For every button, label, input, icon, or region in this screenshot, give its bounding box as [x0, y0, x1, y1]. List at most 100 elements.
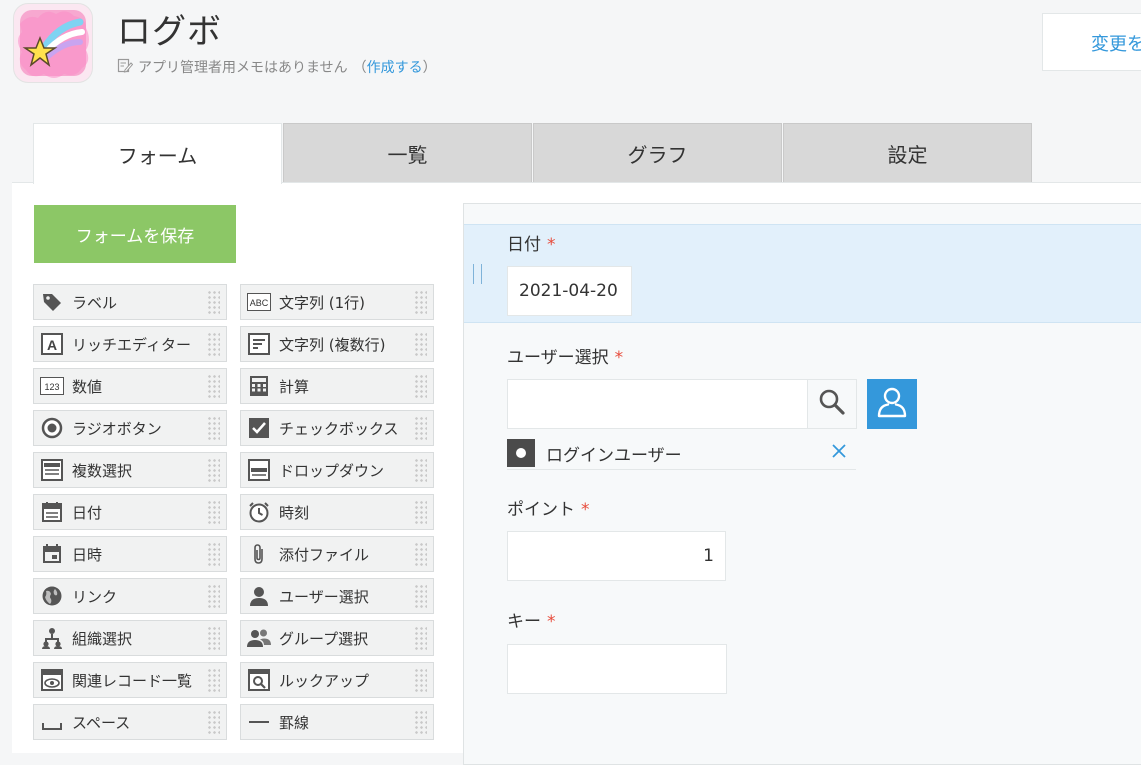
part-user-select-label: ユーザー選択: [279, 587, 369, 606]
drag-grip-icon: [414, 416, 427, 442]
part-number-label: 数値: [72, 377, 103, 396]
svg-text:123: 123: [44, 382, 59, 392]
memo-paren-close: ）: [422, 60, 437, 76]
part-dropdown[interactable]: ドロップダウン: [240, 452, 434, 488]
part-attachment-label: 添付ファイル: [279, 545, 370, 564]
required-mark: *: [547, 235, 556, 255]
part-border-line[interactable]: 罫線: [240, 704, 434, 740]
key-field-input[interactable]: [507, 644, 727, 694]
part-radio-label: ラジオボタン: [72, 419, 162, 438]
form-editor-panel: フォームを保存 ラベル ABC 文字列 (1行) A リッチエディター 文字列 …: [12, 182, 1141, 765]
memo-paren-open: （: [352, 60, 367, 76]
selected-user-chip: ログインユーザー: [507, 437, 856, 470]
part-single-line-text-label: 文字列 (1行): [279, 293, 366, 312]
key-field-label: キー *: [507, 607, 556, 632]
part-number[interactable]: 123 数値: [33, 368, 227, 404]
tab-graph[interactable]: グラフ: [533, 123, 782, 182]
lookup-icon: [247, 668, 271, 692]
part-border-line-label: 罫線: [279, 713, 310, 732]
user-search-input[interactable]: [507, 379, 808, 429]
checkbox-icon: [247, 416, 271, 440]
drag-grip-icon: [414, 668, 427, 694]
part-rich-editor-label: リッチエディター: [72, 335, 191, 354]
part-datetime-label: 日時: [72, 545, 103, 564]
svg-text:ABC: ABC: [250, 298, 269, 308]
row-drag-handle-icon[interactable]: [473, 264, 482, 284]
memo-edit-icon: [117, 57, 134, 77]
tab-form[interactable]: フォーム: [33, 123, 282, 184]
number-icon: 123: [40, 374, 64, 398]
part-calc-label: 計算: [279, 377, 310, 396]
date-value: 2021-04-20: [519, 281, 618, 301]
required-mark: *: [614, 348, 624, 368]
part-multi-line-text[interactable]: 文字列 (複数行): [240, 326, 434, 362]
app-title: ログボ: [117, 12, 222, 52]
required-mark: *: [547, 612, 556, 632]
part-checkbox-label: チェックボックス: [279, 419, 399, 438]
date-field-label: 日付 *: [507, 230, 556, 255]
part-time[interactable]: 時刻: [240, 494, 434, 530]
selected-user-name: ログインユーザー: [546, 445, 682, 466]
search-icon: [818, 388, 846, 420]
part-date-label: 日付: [72, 503, 103, 522]
part-lookup[interactable]: ルックアップ: [240, 662, 434, 698]
part-group-select[interactable]: グループ選択: [240, 620, 434, 656]
drag-grip-icon: [414, 290, 427, 316]
part-calc[interactable]: 計算: [240, 368, 434, 404]
part-multi-select[interactable]: 複数選択: [33, 452, 227, 488]
part-user-select[interactable]: ユーザー選択: [240, 578, 434, 614]
part-label[interactable]: ラベル: [33, 284, 227, 320]
drag-grip-icon: [207, 500, 220, 526]
save-form-button[interactable]: フォームを保存: [34, 205, 236, 263]
part-lookup-label: ルックアップ: [279, 671, 370, 690]
globe-icon: [40, 584, 64, 608]
user-search-button[interactable]: [807, 379, 857, 429]
user-picker-button[interactable]: [867, 379, 917, 429]
part-link[interactable]: リンク: [33, 578, 227, 614]
part-dropdown-label: ドロップダウン: [279, 461, 385, 480]
part-space[interactable]: スペース: [33, 704, 227, 740]
drag-grip-icon: [414, 458, 427, 484]
point-label-text: ポイント: [507, 500, 575, 520]
point-value: 1: [703, 546, 714, 566]
change-button[interactable]: 変更を: [1042, 13, 1141, 71]
user-outline-icon: [875, 385, 909, 423]
form-layout-canvas: 日付 * 2021-04-20 ユーザー選択 * ログインユーザー ポイント * 1: [463, 203, 1141, 765]
datetime-icon: [40, 542, 64, 566]
part-single-line-text[interactable]: ABC 文字列 (1行): [240, 284, 434, 320]
drag-grip-icon: [414, 584, 427, 610]
drag-grip-icon: [207, 416, 220, 442]
multiline-text-icon: [247, 332, 271, 356]
date-field-input[interactable]: 2021-04-20: [507, 266, 632, 316]
part-radio[interactable]: ラジオボタン: [33, 410, 227, 446]
related-records-icon: [40, 668, 64, 692]
part-checkbox[interactable]: チェックボックス: [240, 410, 434, 446]
drag-grip-icon: [207, 332, 220, 358]
drag-grip-icon: [207, 458, 220, 484]
part-space-label: スペース: [72, 713, 131, 732]
user-avatar-icon: [507, 439, 535, 467]
tab-list[interactable]: 一覧: [283, 123, 532, 182]
app-icon: [14, 4, 92, 82]
point-field-input[interactable]: 1: [507, 531, 726, 581]
part-multi-select-label: 複数選択: [72, 461, 133, 480]
create-memo-link[interactable]: 作成する: [367, 60, 423, 76]
part-datetime[interactable]: 日時: [33, 536, 227, 572]
drag-grip-icon: [414, 332, 427, 358]
part-related-records[interactable]: 関連レコード一覧: [33, 662, 227, 698]
tab-settings[interactable]: 設定: [783, 123, 1032, 182]
drag-grip-icon: [207, 290, 220, 316]
drag-grip-icon: [414, 374, 427, 400]
date-label-text: 日付: [507, 235, 541, 255]
multi-select-icon: [40, 458, 64, 482]
part-attachment[interactable]: 添付ファイル: [240, 536, 434, 572]
drag-grip-icon: [207, 374, 220, 400]
tab-bar: フォーム 一覧 グラフ 設定: [33, 123, 1033, 184]
memo-text: アプリ管理者用メモはありません: [138, 60, 348, 76]
part-link-label: リンク: [72, 587, 118, 606]
paperclip-icon: [247, 542, 271, 566]
part-rich-editor[interactable]: A リッチエディター: [33, 326, 227, 362]
part-date[interactable]: 日付: [33, 494, 227, 530]
remove-user-close-icon[interactable]: [830, 442, 848, 465]
part-org-select[interactable]: 組織選択: [33, 620, 227, 656]
